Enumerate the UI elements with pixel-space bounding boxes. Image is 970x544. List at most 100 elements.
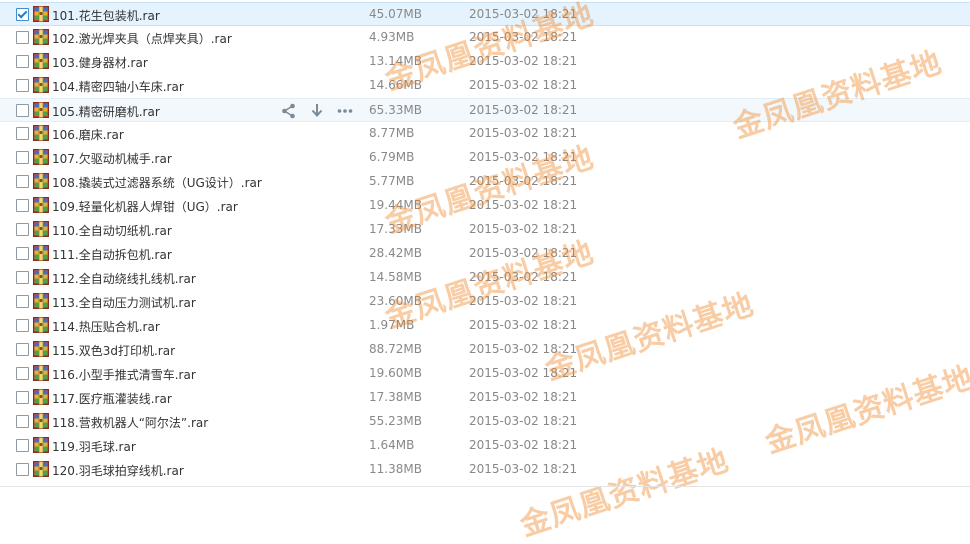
file-name[interactable]: 109.轻量化机器人焊钳（UG）.rar <box>52 198 238 215</box>
file-date: 2015-03-02 18:21 <box>469 174 578 188</box>
file-date: 2015-03-02 18:21 <box>469 78 578 92</box>
file-row[interactable]: 111.全自动拆包机.rar 28.42MB 2015-03-02 18:21 <box>0 242 970 267</box>
file-name[interactable]: 113.全自动压力测试机.rar <box>52 294 196 311</box>
rar-archive-icon <box>33 102 49 118</box>
rar-archive-icon <box>33 125 49 141</box>
file-row[interactable]: 103.健身器材.rar 13.14MB 2015-03-02 18:21 <box>0 50 970 75</box>
file-row[interactable]: 117.医疗瓶灌装线.rar 17.38MB 2015-03-02 18:21 <box>0 386 970 411</box>
file-row[interactable]: 104.精密四轴小车床.rar 14.66MB 2015-03-02 18:21 <box>0 74 970 99</box>
file-date: 2015-03-02 18:21 <box>469 462 578 476</box>
file-size: 5.77MB <box>369 174 415 188</box>
row-checkbox[interactable] <box>16 31 29 44</box>
row-checkbox[interactable] <box>16 367 29 380</box>
rar-archive-icon <box>33 269 49 285</box>
rar-archive-icon <box>33 437 49 453</box>
file-name[interactable]: 104.精密四轴小车床.rar <box>52 78 184 95</box>
file-row[interactable]: 116.小型手推式清雪车.rar 19.60MB 2015-03-02 18:21 <box>0 362 970 387</box>
file-date: 2015-03-02 18:21 <box>469 342 578 356</box>
file-row[interactable]: 119.羽毛球.rar 1.64MB 2015-03-02 18:21 <box>0 434 970 459</box>
file-name[interactable]: 111.全自动拆包机.rar <box>52 246 172 263</box>
file-name[interactable]: 108.撬装式过滤器系统（UG设计）.rar <box>52 174 262 191</box>
list-bottom-border <box>0 486 970 487</box>
row-checkbox[interactable] <box>16 271 29 284</box>
file-date: 2015-03-02 18:21 <box>469 30 578 44</box>
file-date: 2015-03-02 18:21 <box>469 390 578 404</box>
file-name[interactable]: 119.羽毛球.rar <box>52 438 136 455</box>
file-date: 2015-03-02 18:21 <box>469 103 578 117</box>
rar-archive-icon <box>33 245 49 261</box>
rar-archive-icon <box>33 149 49 165</box>
file-row[interactable]: 109.轻量化机器人焊钳（UG）.rar 19.44MB 2015-03-02 18… <box>0 194 970 219</box>
row-checkbox[interactable] <box>16 127 29 140</box>
file-name[interactable]: 120.羽毛球拍穿线机.rar <box>52 462 184 479</box>
file-date: 2015-03-02 18:21 <box>469 366 578 380</box>
file-name[interactable]: 116.小型手推式清雪车.rar <box>52 366 196 383</box>
file-name[interactable]: 110.全自动切纸机.rar <box>52 222 172 239</box>
file-size: 19.60MB <box>369 366 422 380</box>
file-name[interactable]: 118.营救机器人“阿尔法”.rar <box>52 414 208 431</box>
row-checkbox[interactable] <box>16 223 29 236</box>
file-date: 2015-03-02 18:21 <box>469 198 578 212</box>
file-row[interactable]: 110.全自动切纸机.rar 17.33MB 2015-03-02 18:21 <box>0 218 970 243</box>
file-size: 55.23MB <box>369 414 422 428</box>
row-checkbox[interactable] <box>16 104 29 117</box>
row-checkbox[interactable] <box>16 295 29 308</box>
file-row[interactable]: 112.全自动绕线扎线机.rar 14.58MB 2015-03-02 18:21 <box>0 266 970 291</box>
row-checkbox[interactable] <box>16 319 29 332</box>
file-date: 2015-03-02 18:21 <box>469 150 578 164</box>
file-row[interactable]: 120.羽毛球拍穿线机.rar 11.38MB 2015-03-02 18:21 <box>0 458 970 483</box>
file-name[interactable]: 102.激光焊夹具（点焊夹具）.rar <box>52 30 232 47</box>
row-checkbox[interactable] <box>16 8 29 21</box>
file-row[interactable]: 113.全自动压力测试机.rar 23.60MB 2015-03-02 18:21 <box>0 290 970 315</box>
file-row[interactable]: 108.撬装式过滤器系统（UG设计）.rar 5.77MB 2015-03-02 1… <box>0 170 970 195</box>
rar-archive-icon <box>33 53 49 69</box>
file-row[interactable]: 105.精密研磨机.rar 65.33MB 2015-03-02 18:21 <box>0 98 970 122</box>
row-checkbox[interactable] <box>16 247 29 260</box>
file-name[interactable]: 112.全自动绕线扎线机.rar <box>52 270 196 287</box>
row-checkbox[interactable] <box>16 415 29 428</box>
file-row[interactable]: 101.花生包装机.rar 45.07MB 2015-03-02 18:21 <box>0 2 970 26</box>
file-size: 65.33MB <box>369 103 422 117</box>
file-name[interactable]: 103.健身器材.rar <box>52 54 148 71</box>
rar-archive-icon <box>33 197 49 213</box>
row-checkbox[interactable] <box>16 55 29 68</box>
file-date: 2015-03-02 18:21 <box>469 126 578 140</box>
rar-archive-icon <box>33 389 49 405</box>
row-checkbox[interactable] <box>16 79 29 92</box>
more-icon[interactable] <box>336 102 354 120</box>
file-row[interactable]: 106.磨床.rar 8.77MB 2015-03-02 18:21 <box>0 122 970 147</box>
file-size: 6.79MB <box>369 150 415 164</box>
file-name[interactable]: 115.双色3d打印机.rar <box>52 342 175 359</box>
row-checkbox[interactable] <box>16 151 29 164</box>
file-date: 2015-03-02 18:21 <box>469 54 578 68</box>
row-checkbox[interactable] <box>16 391 29 404</box>
file-name[interactable]: 101.花生包装机.rar <box>52 7 160 24</box>
rar-archive-icon <box>33 77 49 93</box>
row-checkbox[interactable] <box>16 199 29 212</box>
file-name[interactable]: 114.热压贴合机.rar <box>52 318 160 335</box>
file-name[interactable]: 106.磨床.rar <box>52 126 124 143</box>
file-size: 8.77MB <box>369 126 415 140</box>
file-date: 2015-03-02 18:21 <box>469 414 578 428</box>
share-icon[interactable] <box>280 102 298 120</box>
file-name[interactable]: 117.医疗瓶灌装线.rar <box>52 390 172 407</box>
file-row[interactable]: 118.营救机器人“阿尔法”.rar 55.23MB 2015-03-02 18:2… <box>0 410 970 435</box>
row-checkbox[interactable] <box>16 439 29 452</box>
download-icon[interactable] <box>308 102 326 120</box>
file-date: 2015-03-02 18:21 <box>469 294 578 308</box>
file-name[interactable]: 107.欠驱动机械手.rar <box>52 150 172 167</box>
row-checkbox[interactable] <box>16 463 29 476</box>
file-size: 11.38MB <box>369 462 422 476</box>
file-name[interactable]: 105.精密研磨机.rar <box>52 103 160 120</box>
file-row[interactable]: 102.激光焊夹具（点焊夹具）.rar 4.93MB 2015-03-02 18:2… <box>0 26 970 51</box>
rar-archive-icon <box>33 413 49 429</box>
row-checkbox[interactable] <box>16 175 29 188</box>
file-row[interactable]: 115.双色3d打印机.rar 88.72MB 2015-03-02 18:21 <box>0 338 970 363</box>
file-date: 2015-03-02 18:21 <box>469 222 578 236</box>
file-row[interactable]: 114.热压贴合机.rar 1.97MB 2015-03-02 18:21 <box>0 314 970 339</box>
row-checkbox[interactable] <box>16 343 29 356</box>
file-size: 23.60MB <box>369 294 422 308</box>
file-row[interactable]: 107.欠驱动机械手.rar 6.79MB 2015-03-02 18:21 <box>0 146 970 171</box>
rar-archive-icon <box>33 173 49 189</box>
file-size: 28.42MB <box>369 246 422 260</box>
